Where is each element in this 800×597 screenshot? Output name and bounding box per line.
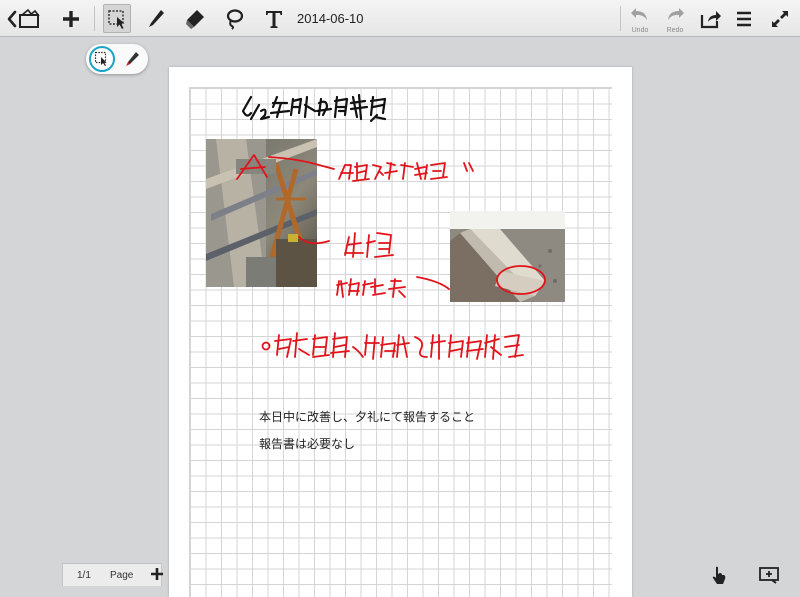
lasso-tool-button[interactable]: [221, 4, 247, 33]
note-date: 2014-06-10: [297, 11, 364, 26]
page-indicator[interactable]: 1/1 Page: [62, 563, 162, 586]
menu-button[interactable]: [733, 4, 755, 33]
back-notebooks-icon: [7, 8, 40, 28]
eraser-tool-button[interactable]: [182, 4, 208, 33]
typed-text-line-1: 本日中に改善し、夕礼にて報告すること: [259, 410, 476, 424]
hand-scroll-button[interactable]: [706, 563, 732, 586]
page-index: 1/1: [77, 570, 91, 581]
pen-color-button[interactable]: [122, 49, 142, 69]
plus-icon: [63, 10, 79, 27]
share-export-icon: [700, 10, 721, 28]
hamburger-menu-icon: [737, 11, 751, 26]
add-button[interactable]: [58, 4, 84, 33]
selection-tool-icon: [94, 51, 107, 66]
top-toolbar: 2014-06-10 Undo Redo: [0, 0, 800, 37]
redo-button[interactable]: Redo: [663, 4, 687, 34]
hand-pointer-icon: [712, 566, 726, 584]
redo-label: Redo: [666, 27, 684, 34]
back-to-notebooks-button[interactable]: [6, 4, 46, 33]
eraser-icon: [186, 9, 204, 29]
page-label: Page: [110, 570, 134, 581]
fullscreen-button[interactable]: [768, 4, 792, 33]
redo-arrow-icon: [668, 8, 684, 20]
zoom-plus-icon: [759, 566, 779, 584]
text-t-icon: [266, 10, 282, 28]
zoom-button[interactable]: [756, 563, 782, 586]
lasso-icon: [226, 8, 244, 30]
lasso-select-tool-button[interactable]: [103, 4, 131, 33]
undo-label: Undo: [631, 27, 649, 34]
toolbar-divider: [620, 6, 621, 31]
pen-settings-pill: [86, 44, 148, 74]
expand-arrows-icon: [772, 10, 788, 27]
pen-tool-button[interactable]: [144, 4, 168, 33]
handwriting-layer: [236, 93, 546, 360]
toolbar-divider: [94, 6, 95, 31]
ink-heading: [241, 93, 387, 123]
undo-arrow-icon: [631, 8, 647, 20]
plus-icon: [151, 568, 163, 580]
pen-color-icon: [126, 52, 139, 66]
share-button[interactable]: [698, 4, 724, 33]
text-tool-button[interactable]: [261, 4, 287, 33]
undo-button[interactable]: Undo: [628, 4, 652, 34]
add-page-button[interactable]: [148, 565, 166, 583]
ink-annotations: [236, 154, 546, 360]
typed-text-line-2: 報告書は必要なし: [259, 437, 356, 451]
note-page[interactable]: 本日中に改善し、夕礼にて報告すること 報告書は必要なし: [169, 67, 632, 597]
pen-icon: [149, 9, 164, 27]
selection-mode-button[interactable]: [89, 46, 115, 72]
selection-tool-icon: [108, 9, 125, 29]
